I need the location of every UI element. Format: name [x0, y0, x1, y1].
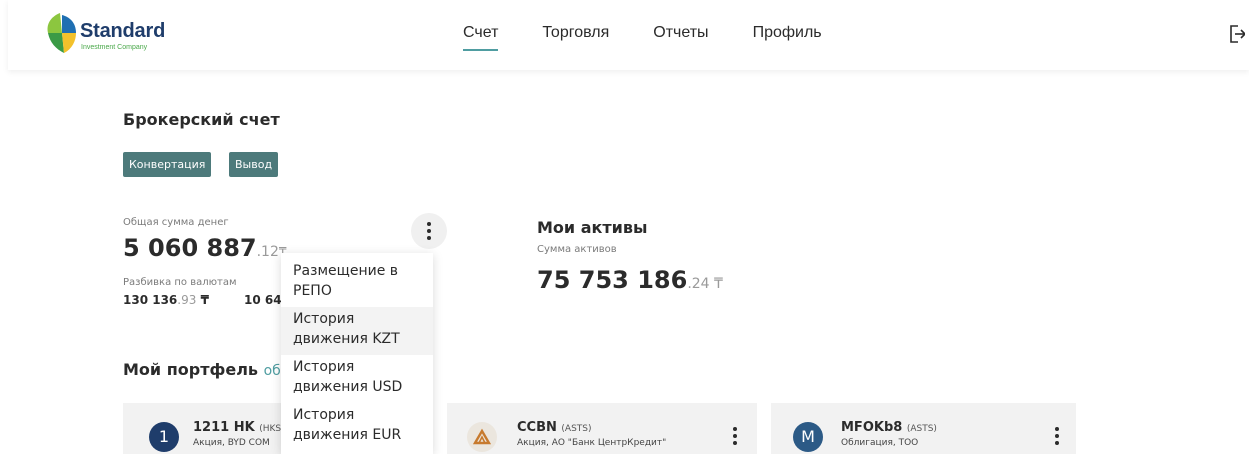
card-more-button[interactable]: [1039, 425, 1075, 454]
kebab-dot: [1055, 427, 1059, 431]
kebab-dot: [427, 229, 431, 233]
nav-item-profile[interactable]: Профиль: [753, 24, 822, 48]
assets-sum-dec: .24: [687, 276, 710, 292]
menu-item-history-kzt[interactable]: История движения KZT: [281, 307, 433, 355]
nav-item-reports[interactable]: Отчеты: [653, 24, 708, 48]
convert-button[interactable]: Конвертация: [123, 152, 212, 177]
menu-item-history-eur[interactable]: История движения EUR: [281, 403, 433, 451]
breakdown-kzt-currency: ₸: [200, 293, 209, 307]
assets-sum-value: 75 753 186.24 ₸: [537, 266, 723, 294]
kebab-dot: [1055, 441, 1059, 445]
asset-description: Акция, АО "Банк ЦентрКредит": [517, 438, 667, 448]
asset-logo-icon: [467, 422, 497, 452]
bank-centercredit-logo-icon: [472, 428, 492, 445]
kebab-dot: [1055, 434, 1059, 438]
total-money-int: 5 060 887: [123, 234, 257, 262]
logout-icon[interactable]: [1229, 24, 1245, 44]
company-logo[interactable]: Standard Investment Company: [42, 11, 182, 59]
nav-item-account[interactable]: Счет: [463, 24, 499, 51]
withdraw-button[interactable]: Вывод: [229, 152, 279, 177]
assets-sum-currency: ₸: [714, 276, 723, 292]
currency-breakdown-kzt: 130 136.93 ₸: [123, 293, 209, 307]
currency-breakdown-second: 10 64: [244, 293, 282, 307]
currency-breakdown-label: Разбивка по валютам: [123, 277, 237, 288]
asset-logo-icon: 1: [149, 422, 179, 452]
total-money-dec: .12: [256, 244, 279, 260]
my-assets-title: Мои активы: [537, 218, 648, 237]
asset-exchange: (ASTS): [561, 424, 592, 434]
portfolio-card[interactable]: CCBN (ASTS) Акция, АО "Банк ЦентрКредит": [447, 403, 757, 454]
portfolio-card[interactable]: M MFOKb8 (ASTS) Облигация, ТОО: [771, 403, 1076, 454]
assets-sum-label: Сумма активов: [537, 244, 617, 255]
main-nav: Счет Торговля Отчеты Профиль: [463, 24, 866, 51]
asset-description: Облигация, ТОО: [841, 438, 919, 448]
breakdown-kzt-int: 130 136: [123, 293, 178, 307]
logo-name: Standard: [80, 20, 166, 42]
page-title: Брокерский счет: [123, 110, 280, 129]
logo-subtitle: Investment Company: [81, 44, 148, 51]
asset-ticker: CCBN (ASTS): [517, 420, 592, 435]
kebab-dot: [427, 222, 431, 226]
asset-ticker-text: CCBN: [517, 420, 557, 435]
breakdown-kzt-dec: .93: [177, 293, 197, 307]
asset-ticker-text: 1211 HK: [193, 420, 255, 435]
asset-exchange: (ASTS): [906, 424, 937, 434]
options-dropdown-menu: Размещение в РЕПО История движения KZT И…: [281, 253, 433, 454]
card-more-button[interactable]: [717, 425, 753, 454]
menu-item-history-usd[interactable]: История движения USD: [281, 355, 433, 403]
top-header: Standard Investment Company Счет Торговл…: [8, 0, 1249, 70]
asset-exchange: (HKS: [259, 424, 282, 434]
asset-ticker: 1211 HK (HKS: [193, 420, 281, 435]
kebab-dot: [427, 236, 431, 240]
logo-mark-icon: [47, 13, 76, 53]
asset-description: Акция, BYD COM: [193, 438, 270, 448]
kebab-dot: [733, 434, 737, 438]
assets-sum-int: 75 753 186: [537, 266, 688, 294]
portfolio-title: Мой портфель обн: [123, 360, 290, 379]
asset-logo-icon: M: [793, 422, 823, 452]
kebab-dot: [733, 427, 737, 431]
kebab-dot: [733, 441, 737, 445]
asset-ticker-text: MFOKb8: [841, 420, 903, 435]
asset-ticker: MFOKb8 (ASTS): [841, 420, 937, 435]
more-options-button[interactable]: [411, 213, 447, 249]
menu-item-repo[interactable]: Размещение в РЕПО: [281, 259, 433, 307]
nav-item-trading[interactable]: Торговля: [542, 24, 609, 48]
total-money-label: Общая сумма денег: [123, 217, 229, 228]
portfolio-title-text: Мой портфель: [123, 360, 259, 379]
total-money-value: 5 060 887.12₸: [123, 234, 287, 262]
portfolio-card[interactable]: 1 1211 HK (HKS Акция, BYD COM: [123, 403, 283, 454]
